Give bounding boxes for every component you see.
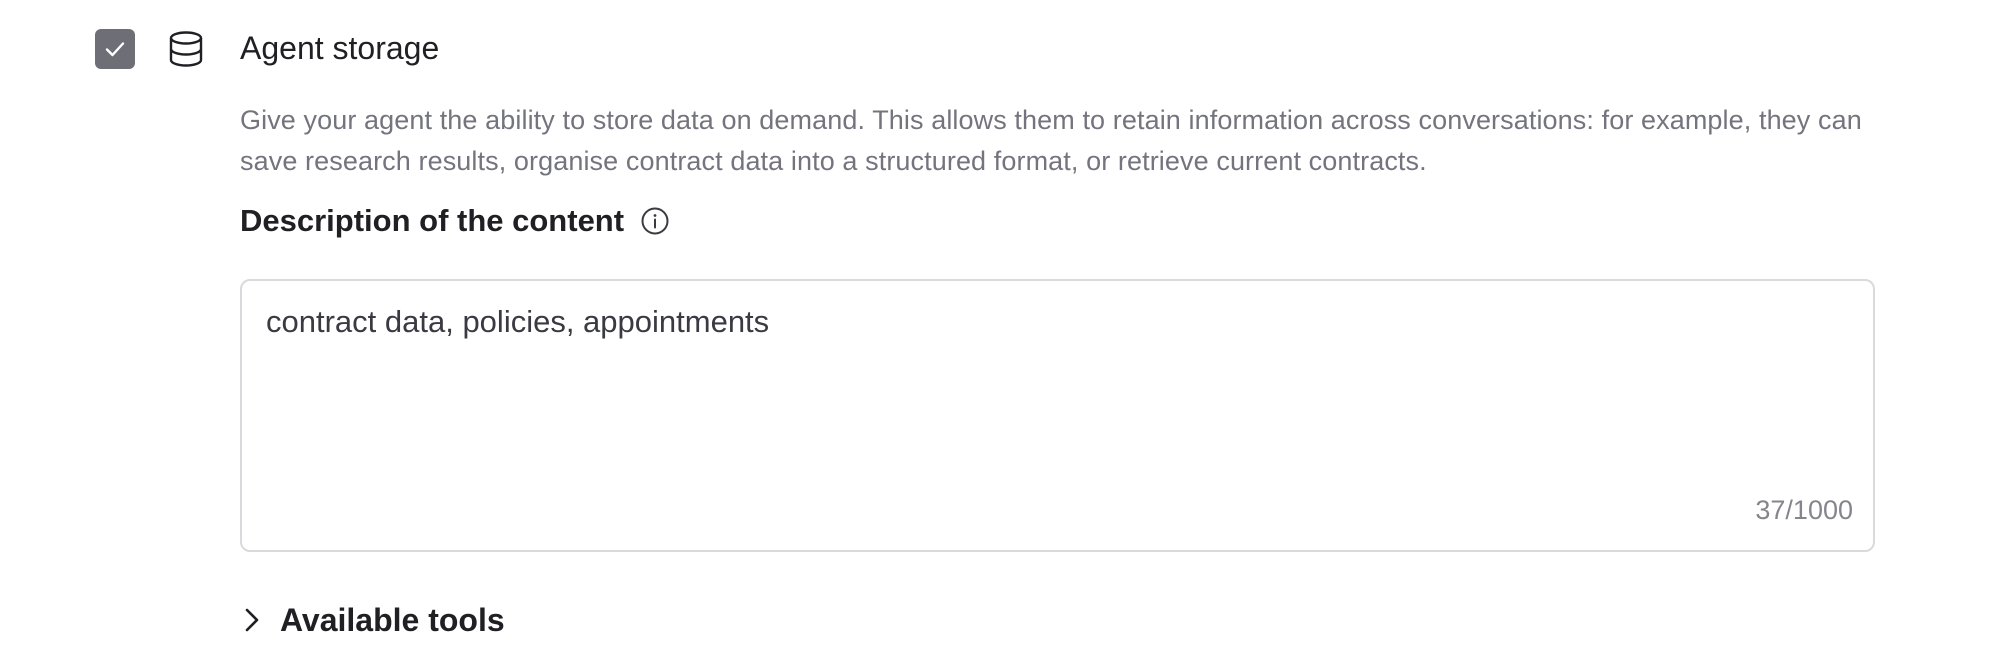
chevron-right-icon [236,604,268,636]
available-tools-toggle[interactable]: Available tools [236,598,505,642]
available-tools-label: Available tools [280,602,505,638]
section-description: Give your agent the ability to store dat… [240,105,1862,176]
content-description-textarea[interactable]: contract data, policies, appointments 37… [240,279,1875,552]
section-title: Agent storage [240,30,440,66]
content-field-label-text: Description of the content [240,203,625,238]
agent-storage-panel: Agent storage Give your agent the abilit… [0,0,1992,658]
database-icon [169,31,203,67]
check-icon [105,42,125,57]
content-field-label: Description of the content [240,199,670,243]
content-description-value: contract data, policies, appointments [266,304,770,339]
agent-storage-checkbox[interactable] [95,29,135,69]
character-counter: 37/1000 [1755,495,1853,525]
info-icon[interactable] [640,206,670,236]
